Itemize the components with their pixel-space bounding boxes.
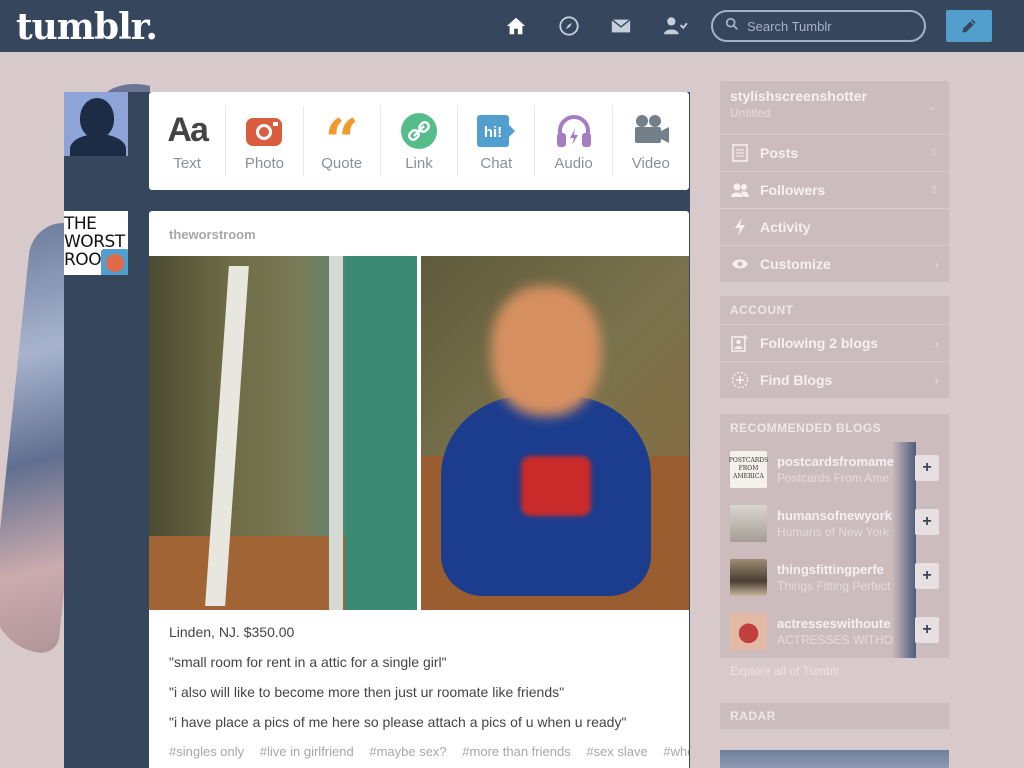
post-caption: Linden, NJ. $350.00 "small room for rent… bbox=[149, 610, 689, 731]
search-input[interactable] bbox=[747, 18, 917, 34]
tag-link[interactable]: #sex slave bbox=[586, 744, 647, 759]
svg-text:hi!: hi! bbox=[484, 124, 502, 141]
caption-line: "i also will like to become more then ju… bbox=[169, 684, 565, 700]
blog-switcher[interactable]: stylishscreenshotter Untitled ⌄ bbox=[720, 81, 949, 134]
follow-plus-button[interactable]: + bbox=[915, 509, 939, 535]
mail-icon[interactable] bbox=[608, 13, 634, 39]
sidebar-item-posts[interactable]: Posts 0 bbox=[720, 134, 949, 171]
chevron-right-icon: › bbox=[934, 256, 939, 272]
tag-link[interactable]: #whe bbox=[663, 744, 689, 759]
chevron-right-icon: › bbox=[934, 372, 939, 388]
chevron-right-icon: › bbox=[934, 335, 939, 351]
sidebar-item-following[interactable]: Following 2 blogs › bbox=[720, 324, 949, 361]
eye-icon bbox=[730, 254, 750, 274]
caption-line: "small room for rent in a attic for a si… bbox=[169, 654, 447, 670]
new-post-bar: Aa Text Photo “ Quote Link hi! Chat Audi… bbox=[149, 92, 689, 190]
post-type-audio[interactable]: Audio bbox=[535, 106, 613, 176]
post-tags: #singles only #live in girlfriend #maybe… bbox=[149, 744, 689, 759]
blog-thumbnail bbox=[730, 612, 767, 650]
recommended-blog[interactable]: POSTCARDS FROM AMERICA postcardsfromame … bbox=[720, 442, 949, 496]
sidebar-item-customize[interactable]: Customize › bbox=[720, 245, 949, 282]
post-photo-room[interactable] bbox=[149, 256, 417, 610]
sidebar-recommended-box: RECOMMENDED BLOGS POSTCARDS FROM AMERICA… bbox=[720, 414, 949, 658]
follow-plus-button[interactable]: + bbox=[915, 617, 939, 643]
recommended-blog[interactable]: thingsfittingperfe Things Fitting Perfec… bbox=[720, 550, 949, 604]
blog-thumbnail bbox=[730, 558, 767, 596]
reblog-badge-icon bbox=[101, 249, 128, 275]
sidebar-item-find-blogs[interactable]: Find Blogs › bbox=[720, 361, 949, 398]
radar-image[interactable] bbox=[720, 750, 949, 768]
camera-icon bbox=[244, 111, 284, 151]
explore-compass-icon[interactable] bbox=[556, 13, 582, 39]
post-type-photo[interactable]: Photo bbox=[226, 106, 304, 176]
top-header: tumblr. bbox=[0, 0, 1024, 52]
chat-icon: hi! bbox=[475, 111, 517, 151]
account-menu-icon[interactable] bbox=[660, 13, 690, 39]
post-type-text[interactable]: Aa Text bbox=[149, 106, 227, 176]
text-icon: Aa bbox=[167, 111, 208, 149]
headphones-icon bbox=[554, 111, 594, 151]
tag-link[interactable]: #live in girlfriend bbox=[260, 744, 354, 759]
followers-icon bbox=[730, 180, 750, 200]
search-icon bbox=[725, 17, 739, 36]
posts-icon bbox=[730, 143, 750, 163]
chevron-down-icon: ⌄ bbox=[926, 99, 937, 113]
user-avatar[interactable] bbox=[64, 92, 128, 156]
lightning-icon bbox=[730, 217, 750, 237]
photoset bbox=[149, 256, 689, 610]
tag-link[interactable]: #singles only bbox=[169, 744, 244, 759]
caption-line: "i have place a pics of me here so pleas… bbox=[169, 714, 627, 730]
caption-line: Linden, NJ. $350.00 bbox=[169, 624, 295, 640]
recommended-blog[interactable]: actresseswithoute ACTRESSES WITHO + bbox=[720, 604, 949, 658]
sidebar-account-box: ACCOUNT Following 2 blogs › Find Blogs › bbox=[720, 296, 949, 398]
tumblr-logo[interactable]: tumblr. bbox=[16, 6, 158, 48]
recommended-heading: RECOMMENDED BLOGS bbox=[730, 421, 882, 435]
recommended-blog[interactable]: humansofnewyork Humans of New York + bbox=[720, 496, 949, 550]
account-heading: ACCOUNT bbox=[730, 303, 794, 317]
link-icon bbox=[400, 111, 438, 151]
sidebar-item-activity[interactable]: Activity bbox=[720, 208, 949, 245]
search-box[interactable] bbox=[711, 10, 926, 42]
post-type-video[interactable]: Video bbox=[613, 106, 689, 176]
following-icon bbox=[730, 333, 750, 353]
post-type-link[interactable]: Link bbox=[381, 106, 459, 176]
home-icon[interactable] bbox=[503, 13, 529, 39]
post-type-chat[interactable]: hi! Chat bbox=[458, 106, 536, 176]
tag-link[interactable]: #maybe sex? bbox=[369, 744, 446, 759]
follow-plus-button[interactable]: + bbox=[915, 563, 939, 589]
post-author-name[interactable]: theworstroom bbox=[149, 211, 689, 256]
pencil-icon bbox=[962, 19, 976, 33]
dashboard-post: theworstroom Linden, NJ. $350.00 "small … bbox=[149, 211, 689, 768]
post-photo-person[interactable] bbox=[421, 256, 689, 610]
video-camera-icon bbox=[631, 111, 671, 151]
radar-heading: RADAR bbox=[720, 703, 949, 729]
blog-thumbnail bbox=[730, 504, 767, 542]
post-author-avatar[interactable]: THE WORST ROO bbox=[64, 211, 128, 275]
tag-link[interactable]: #more than friends bbox=[462, 744, 570, 759]
find-blogs-icon bbox=[730, 370, 750, 390]
explore-link[interactable]: Explore all of Tumblr bbox=[730, 664, 839, 678]
sidebar-blog-box: stylishscreenshotter Untitled ⌄ Posts 0 … bbox=[720, 81, 949, 282]
post-type-quote[interactable]: “ Quote bbox=[304, 106, 381, 176]
follow-plus-button[interactable]: + bbox=[915, 455, 939, 481]
compose-post-button[interactable] bbox=[946, 10, 992, 42]
sidebar-item-followers[interactable]: Followers 3 bbox=[720, 171, 949, 208]
blog-thumbnail: POSTCARDS FROM AMERICA bbox=[729, 450, 768, 488]
quote-icon: “ bbox=[324, 106, 359, 177]
